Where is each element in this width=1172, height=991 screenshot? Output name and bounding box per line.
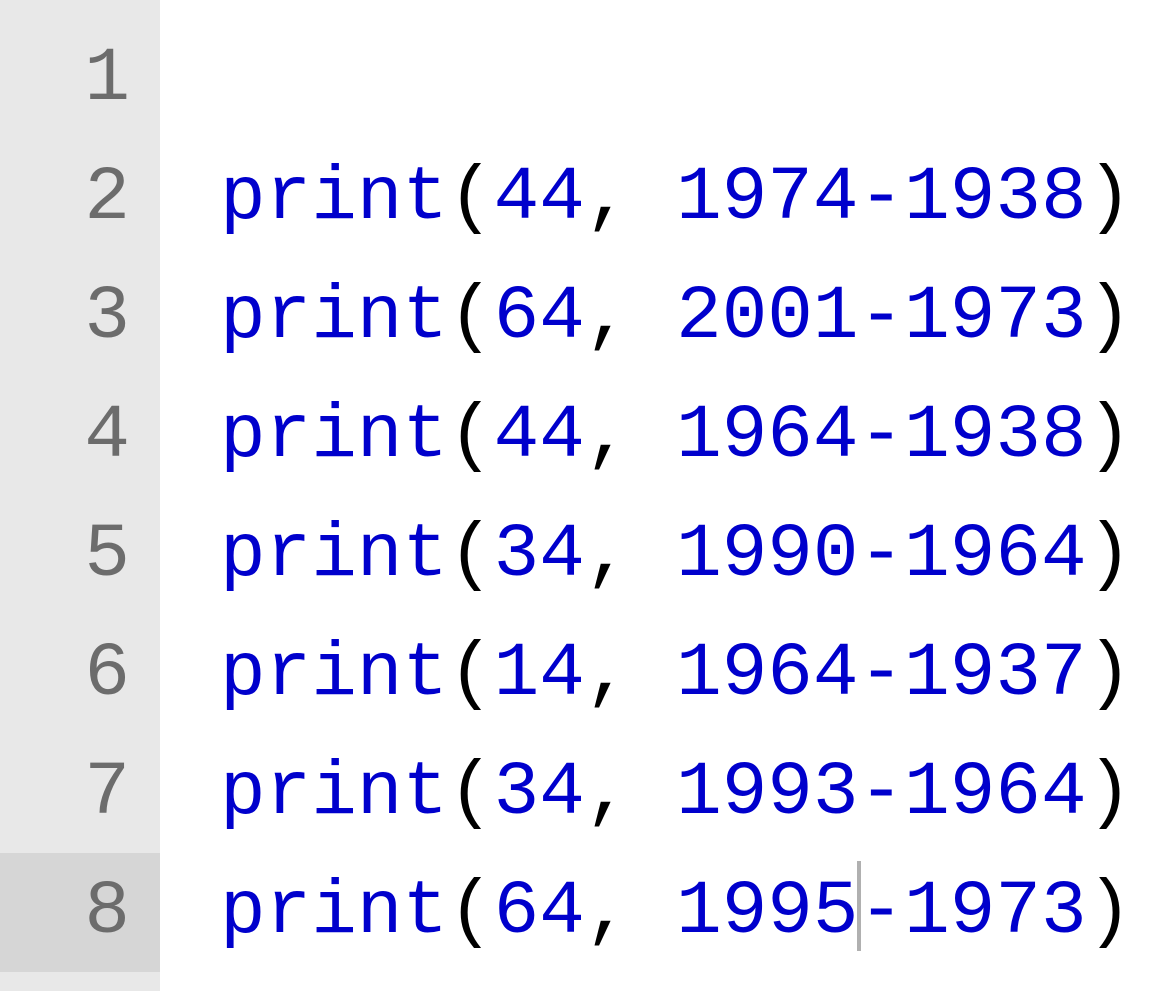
number-literal: 34 (494, 750, 585, 836)
minus-operator: - (859, 512, 905, 598)
number-literal: 1937 (904, 631, 1086, 717)
function-call: print (220, 274, 448, 360)
number-literal: 1938 (904, 393, 1086, 479)
number-literal: 44 (494, 155, 585, 241)
text-cursor (857, 861, 861, 951)
number-literal: 1964 (676, 393, 858, 479)
number-literal: 2001 (676, 274, 858, 360)
code-editor: 1 2 3 4 5 6 7 8 print(44, 1974-1938) pri… (0, 0, 1172, 991)
code-line[interactable]: print(14, 1964-1937) (220, 615, 1172, 734)
function-call: print (220, 631, 448, 717)
function-call: print (220, 393, 448, 479)
paren-close: ) (1087, 393, 1133, 479)
code-line[interactable]: print(64, 2001-1973) (220, 258, 1172, 377)
code-line[interactable] (220, 20, 1172, 139)
line-number: 7 (0, 734, 160, 853)
number-literal: 1938 (904, 155, 1086, 241)
code-content[interactable]: print(44, 1974-1938) print(64, 2001-1973… (160, 0, 1172, 991)
line-number: 6 (0, 615, 160, 734)
paren-close: ) (1087, 274, 1133, 360)
paren-close: ) (1087, 155, 1133, 241)
number-literal: 1973 (904, 274, 1086, 360)
paren-open: ( (448, 274, 494, 360)
number-literal: 1973 (904, 869, 1086, 955)
number-literal: 64 (494, 869, 585, 955)
number-literal: 1964 (904, 512, 1086, 598)
comma: , (585, 512, 676, 598)
line-number: 3 (0, 258, 160, 377)
number-literal: 64 (494, 274, 585, 360)
paren-open: ( (448, 155, 494, 241)
comma: , (585, 274, 676, 360)
comma: , (585, 631, 676, 717)
minus-operator: - (859, 274, 905, 360)
paren-open: ( (448, 750, 494, 836)
comma: , (585, 393, 676, 479)
code-line[interactable]: print(44, 1964-1938) (220, 377, 1172, 496)
paren-close: ) (1087, 631, 1133, 717)
number-literal: 1993 (676, 750, 858, 836)
function-call: print (220, 155, 448, 241)
line-number-current: 8 (0, 853, 160, 972)
line-number: 2 (0, 139, 160, 258)
number-literal: 1995 (676, 869, 858, 955)
function-call: print (220, 869, 448, 955)
line-number: 4 (0, 377, 160, 496)
minus-operator: - (859, 393, 905, 479)
code-line[interactable]: print(44, 1974-1938) (220, 139, 1172, 258)
code-line[interactable]: print(34, 1990-1964) (220, 496, 1172, 615)
paren-close: ) (1087, 869, 1133, 955)
minus-operator: - (859, 631, 905, 717)
minus-operator: - (859, 155, 905, 241)
number-literal: 44 (494, 393, 585, 479)
gutter: 1 2 3 4 5 6 7 8 (0, 0, 160, 991)
comma: , (585, 155, 676, 241)
comma: , (585, 869, 676, 955)
paren-open: ( (448, 512, 494, 598)
code-line-current[interactable]: print(64, 1995-1973) (220, 853, 1172, 972)
line-number: 5 (0, 496, 160, 615)
paren-close: ) (1087, 750, 1133, 836)
number-literal: 14 (494, 631, 585, 717)
paren-open: ( (448, 869, 494, 955)
number-literal: 1964 (676, 631, 858, 717)
minus-operator: - (859, 750, 905, 836)
number-literal: 1964 (904, 750, 1086, 836)
paren-close: ) (1087, 512, 1133, 598)
code-line[interactable]: print(34, 1993-1964) (220, 734, 1172, 853)
comma: , (585, 750, 676, 836)
paren-open: ( (448, 393, 494, 479)
number-literal: 1974 (676, 155, 858, 241)
line-number: 1 (0, 20, 160, 139)
function-call: print (220, 512, 448, 598)
minus-operator: - (859, 869, 905, 955)
function-call: print (220, 750, 448, 836)
number-literal: 1990 (676, 512, 858, 598)
number-literal: 34 (494, 512, 585, 598)
paren-open: ( (448, 631, 494, 717)
